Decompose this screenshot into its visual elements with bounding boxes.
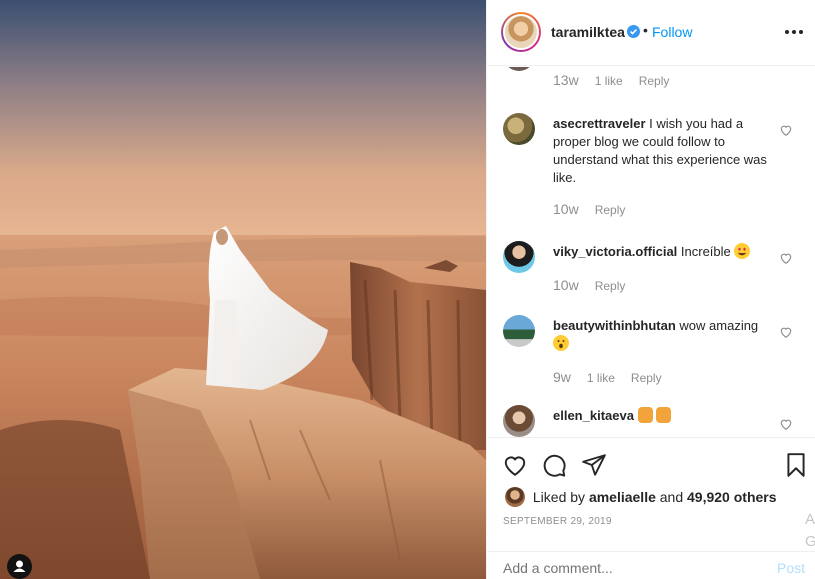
author-username[interactable]: taramilktea xyxy=(551,24,625,40)
comment-meta: 10w Reply xyxy=(553,201,625,217)
more-options-icon[interactable] xyxy=(785,30,805,36)
comment-body: wow amazing xyxy=(679,318,759,333)
liker-username[interactable]: ameliaelle xyxy=(589,489,656,505)
comments-list[interactable]: 13w 1 like Reply asecrettraveler I wish yo… xyxy=(487,67,815,437)
comment-age: 10w xyxy=(553,277,579,293)
follow-button[interactable]: Follow xyxy=(652,24,692,40)
liked-by-summary: Liked by ameliaelle and 49,920 others xyxy=(505,487,777,507)
like-comment-heart-icon[interactable] xyxy=(779,325,793,339)
astonished-emoji-icon xyxy=(553,335,569,351)
share-icon[interactable] xyxy=(581,452,607,478)
likes-count[interactable]: 49,920 others xyxy=(687,489,777,505)
author-avatar[interactable] xyxy=(501,12,541,52)
like-comment-heart-icon[interactable] xyxy=(779,417,793,431)
comment-meta: 10w Reply xyxy=(553,277,625,293)
post-comment-button[interactable]: Post xyxy=(777,560,805,576)
reply-button[interactable]: Reply xyxy=(595,279,626,293)
bookmark-icon[interactable] xyxy=(783,452,809,478)
comment-text: ellen_kitaeva xyxy=(553,407,771,425)
post-side-panel: taramilktea • Follow 13w 1 like Reply asec… xyxy=(486,0,815,579)
comment-meta: 13w 1 like Reply xyxy=(553,72,669,88)
comment-username[interactable]: asecrettraveler xyxy=(553,116,646,131)
add-comment-input[interactable] xyxy=(503,560,753,576)
reply-button[interactable]: Reply xyxy=(595,203,626,217)
clapping-hands-emoji-icon xyxy=(637,407,653,423)
like-comment-heart-icon[interactable] xyxy=(779,251,793,265)
desert-cliff-photo xyxy=(0,0,486,579)
comment-avatar[interactable] xyxy=(503,113,535,145)
post-actions: Liked by ameliaelle and 49,920 others SE… xyxy=(487,437,815,542)
comment-avatar[interactable] xyxy=(503,405,535,437)
like-comment-heart-icon[interactable] xyxy=(779,123,793,137)
comment-text: viky_victoria.official Increíble xyxy=(553,243,771,261)
post-date[interactable]: SEPTEMBER 29, 2019 xyxy=(503,516,612,527)
comment-username[interactable]: viky_victoria.official xyxy=(553,244,677,259)
verified-badge-icon xyxy=(627,25,640,38)
reply-button[interactable]: Reply xyxy=(639,74,670,88)
comment-likes[interactable]: 1 like xyxy=(595,74,623,88)
comment-username[interactable]: beautywithinbhutan xyxy=(553,318,676,333)
ghost-letter: A xyxy=(805,511,815,528)
user-tag-icon[interactable] xyxy=(7,554,32,579)
heart-icon[interactable] xyxy=(502,452,528,478)
comment-avatar[interactable] xyxy=(503,315,535,347)
comment-avatar[interactable] xyxy=(503,241,535,273)
comment-body: Increíble xyxy=(680,244,731,259)
clapping-hands-emoji-icon xyxy=(656,407,672,423)
comment-text: asecrettraveler I wish you had a proper … xyxy=(553,115,771,187)
comment-age: 13w xyxy=(553,72,579,88)
reply-button[interactable]: Reply xyxy=(631,371,662,385)
post-photo[interactable] xyxy=(0,0,486,579)
heart-eyes-emoji-icon xyxy=(734,243,751,259)
comment-text: beautywithinbhutan wow amazing xyxy=(553,317,771,353)
comment-age: 9w xyxy=(553,369,571,385)
comment-age: 10w xyxy=(553,201,579,217)
comment-meta: 9w 1 like Reply xyxy=(553,369,662,385)
liked-by-prefix: Liked by xyxy=(532,489,586,505)
comment-icon[interactable] xyxy=(541,452,567,478)
liked-by-connector: and xyxy=(659,489,684,505)
ghost-letter: G xyxy=(805,533,815,550)
post-header: taramilktea • Follow xyxy=(487,0,815,66)
comment-item: 13w 1 like Reply xyxy=(487,67,815,88)
header-separator: • xyxy=(643,22,648,38)
comment-likes[interactable]: 1 like xyxy=(587,371,615,385)
comment-username[interactable]: ellen_kitaeva xyxy=(553,408,634,423)
comment-avatar[interactable] xyxy=(503,67,535,71)
liker-avatar[interactable] xyxy=(505,487,525,507)
add-comment-bar: Post xyxy=(487,551,815,579)
